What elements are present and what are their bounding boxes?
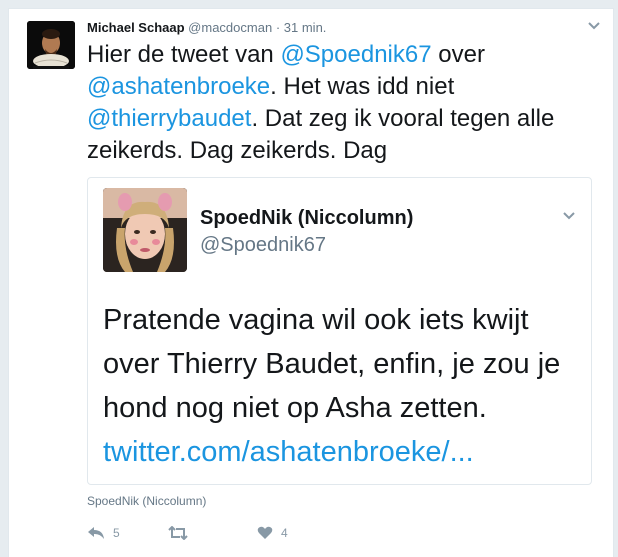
tweet-text: Hier de tweet van @Spoednik67 over @asha… [87,39,592,167]
tweet-text-part: Hier de tweet van [87,41,281,68]
quoted-tweet[interactable]: SpoedNik (Niccolumn) @Spoednik67 Pratend… [87,177,592,485]
like-count: 4 [281,526,288,540]
quoted-author-avatar[interactable] [103,188,187,272]
tweet-menu-button[interactable] [583,17,605,35]
quoted-menu-button[interactable] [559,208,579,224]
tweet-text-part: . Het was idd niet [270,73,455,100]
mention-thierrybaudet[interactable]: @thierrybaudet [87,105,251,132]
quoted-author-handle: @Spoednik67 [200,234,326,256]
header-separator: · [275,20,281,35]
author-avatar[interactable] [27,21,75,69]
tweet-actions: 5 4 [87,523,317,543]
mention-ashatenbroeke[interactable]: @ashatenbroeke [87,73,270,100]
like-button[interactable]: 4 [257,525,317,541]
heart-icon [257,526,273,539]
retweet-button[interactable] [167,526,257,540]
chevron-down-icon [563,212,575,220]
quoted-tweet-text: Pratende vagina wil ook iets kwijt over … [103,298,583,474]
retweet-icon [168,526,188,540]
reply-icon [88,527,104,539]
author-handle[interactable]: @macdocman [188,20,272,35]
tweet-card[interactable]: Michael Schaap @macdocman · 31 min. Hier… [8,8,614,557]
tweet-header: Michael Schaap @macdocman · 31 min. [87,19,326,37]
chevron-down-icon [588,22,600,30]
reply-button[interactable]: 5 [87,525,147,541]
quoted-text-body: Pratende vagina wil ook iets kwijt over … [103,304,561,424]
quoted-author-name: SpoedNik (Niccolumn) [200,207,414,229]
reply-count: 5 [113,526,120,540]
quote-attribution[interactable]: SpoedNik (Niccolumn) [87,493,206,509]
tweet-timestamp[interactable]: 31 min. [284,20,327,35]
tweet-text-part: over [431,41,485,68]
mention-spoednik67[interactable]: @Spoednik67 [280,41,431,68]
quoted-tweet-link[interactable]: twitter.com/ashatenbroeke/... [103,430,583,474]
author-name[interactable]: Michael Schaap [87,20,185,35]
